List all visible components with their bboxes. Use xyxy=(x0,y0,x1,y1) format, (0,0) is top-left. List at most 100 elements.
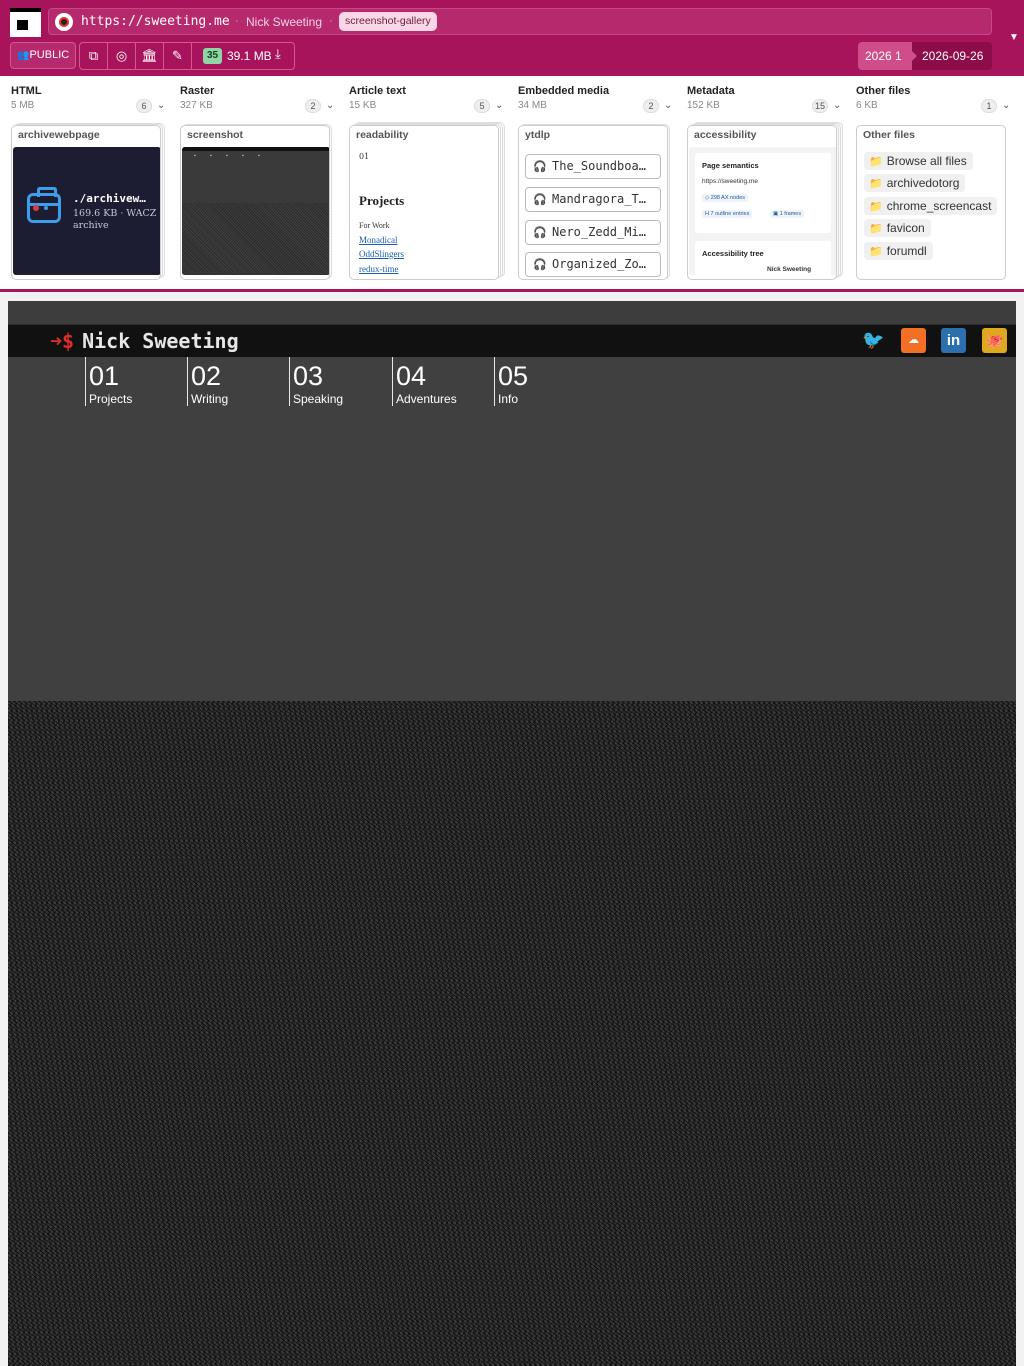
archive-file-meta: 169.6 KB · WACZ xyxy=(73,208,157,219)
card-stack: ytdlp 🎧 The_Soundboa… 🎧 Mandragora_T… 🎧 Ner… xyxy=(518,124,670,280)
chevron-down-icon[interactable]: ⌄ xyxy=(833,100,841,111)
ax-nodes-chip: ◇ 298 AX nodes xyxy=(702,194,749,202)
ytdlp-card[interactable]: ytdlp 🎧 The_Soundboa… 🎧 Mandragora_T… 🎧 Ner… xyxy=(518,125,668,280)
page-top-strip xyxy=(8,301,1016,325)
archivebox-logo-icon[interactable] xyxy=(10,8,41,37)
column-count: 6 xyxy=(136,99,152,113)
card-label: accessibility xyxy=(694,129,757,141)
readability-card[interactable]: readability 01 Projects For Work Monadic… xyxy=(349,125,499,280)
card-stack: readability 01 Projects For Work Monadic… xyxy=(349,122,505,280)
column-title: Raster xyxy=(180,85,215,97)
column-size: 152 KB xyxy=(687,100,720,111)
site-favicon-icon xyxy=(55,13,73,31)
snapshot-url[interactable]: https://sweeting.me xyxy=(81,14,230,29)
headphones-icon: 🎧 xyxy=(533,226,547,239)
folder-icon: 📁 xyxy=(869,156,883,168)
chevron-down-icon[interactable]: ⌄ xyxy=(157,100,165,111)
screenshot-card[interactable]: screenshot ▪ ▪ ▪ ▪ ▪ xyxy=(180,125,330,280)
tree-item: Nick Sweeting xyxy=(767,266,812,273)
box-title: Accessibility tree xyxy=(702,249,764,258)
site-logo[interactable]: ➜$ Nick Sweeting xyxy=(50,329,239,353)
menu-caret-icon[interactable]: ▼ xyxy=(1009,32,1019,43)
snapshot-actions: ⧉ ◎ 🏛 ✎ 35 39.1 MB ⤓ xyxy=(79,42,295,70)
chevron-down-icon[interactable]: ⌄ xyxy=(664,100,672,111)
media-item[interactable]: 🎧 Organized_Zo… xyxy=(525,252,661,277)
preview-link: OddSlingers xyxy=(359,249,404,259)
column-title: Other files xyxy=(856,85,911,97)
headphones-icon: 🎧 xyxy=(533,193,547,206)
snapshot-tag[interactable]: screenshot-gallery xyxy=(339,12,437,31)
download-icon[interactable]: ⤓ xyxy=(275,46,281,62)
chevron-down-icon[interactable]: ⌄ xyxy=(495,100,503,111)
column-count: 1 xyxy=(981,99,997,113)
html-card[interactable]: archivewebpage ./archivew… 169.6 KB · WA… xyxy=(11,125,161,280)
column-size: 327 KB xyxy=(180,100,213,111)
media-item[interactable]: 🎧 Mandragora_T… xyxy=(525,187,661,212)
accessibility-card[interactable]: accessibility Page semantics https://swe… xyxy=(687,125,837,280)
outline-chip: H 7 outline entries xyxy=(702,210,753,218)
archived-page-frame[interactable]: ➜$ Nick Sweeting 🐦 ☁ in 🐙 01 Projects 02 … xyxy=(8,301,1016,1366)
snapshot-date-range[interactable]: 2026 1 2026-09-26 xyxy=(858,42,992,70)
edit-icon[interactable]: ✎ xyxy=(164,43,192,69)
nav-info[interactable]: 05 Info xyxy=(494,357,594,406)
column-size: 15 KB xyxy=(349,100,377,111)
chevron-down-icon[interactable]: ⌄ xyxy=(326,100,334,111)
headphones-icon: 🎧 xyxy=(533,160,547,173)
date-end[interactable]: 2026-09-26 xyxy=(922,42,983,70)
nav-projects[interactable]: 01 Projects xyxy=(85,357,185,406)
nav-number: 01 xyxy=(89,361,120,391)
nav-label: Info xyxy=(498,392,519,406)
arrow-icon: ➜ xyxy=(50,329,63,353)
chevron-down-icon[interactable]: ⌄ xyxy=(1002,100,1010,111)
museum-icon[interactable]: 🏛 xyxy=(136,43,164,69)
files-list: 📁 Browse all files 📁 archivedotorg 📁 chrome… xyxy=(858,147,1005,275)
folder-item[interactable]: 📁 archivedotorg xyxy=(864,174,966,192)
people-icon: 👥 xyxy=(17,50,30,61)
column-size: 6 KB xyxy=(856,100,878,111)
nav-writing[interactable]: 02 Writing xyxy=(187,357,287,406)
metadata-preview: Page semantics https://sweeting.me ◇ 298… xyxy=(689,147,836,275)
card-label: Other files xyxy=(863,129,915,141)
browse-all-files-link[interactable]: 📁 Browse all files xyxy=(864,152,973,170)
github-icon[interactable]: 🐙 xyxy=(982,328,1007,353)
preview-link: Monadical xyxy=(359,235,398,245)
column-title: Embedded media xyxy=(518,85,610,97)
folder-icon: 📁 xyxy=(869,246,883,258)
media-item[interactable]: 🎧 The_Soundboa… xyxy=(525,154,661,179)
visibility-label: PUBLIC xyxy=(29,49,70,61)
twitter-icon[interactable]: 🐦 xyxy=(861,328,886,353)
site-name: Nick Sweeting xyxy=(82,329,239,353)
nav-label: Writing xyxy=(191,392,229,406)
nav-adventures[interactable]: 04 Adventures xyxy=(392,357,492,406)
total-size: 39.1 MB xyxy=(227,49,272,63)
column-html: HTML 5 MB 6 ⌄ archivewebpage ./archivew…… xyxy=(0,76,165,288)
date-start[interactable]: 2026 1 xyxy=(858,42,912,70)
column-title: Metadata xyxy=(687,85,735,97)
copy-icon[interactable]: ⧉ xyxy=(80,43,108,69)
globe-icon[interactable]: ◎ xyxy=(108,43,136,69)
column-metadata: Metadata 152 KB 15 ⌄ accessibility Page … xyxy=(676,76,843,288)
linkedin-icon[interactable]: in xyxy=(941,328,966,353)
article-preview: 01 Projects For Work Monadical OddSlinge… xyxy=(351,147,498,275)
folder-item[interactable]: 📁 favicon xyxy=(864,219,931,237)
visibility-button[interactable]: 👥PUBLIC xyxy=(10,42,77,69)
media-item[interactable]: 🎧 Nero_Zedd_Mi… xyxy=(525,220,661,245)
url-bar[interactable]: https://sweeting.me · Nick Sweeting · sc… xyxy=(48,8,992,35)
card-label: readability xyxy=(356,129,409,141)
frames-chip: ▣ 1 frames xyxy=(770,210,805,218)
soundcloud-icon[interactable]: ☁ xyxy=(901,328,926,353)
nav-number: 02 xyxy=(191,361,222,391)
nav-speaking[interactable]: 03 Speaking xyxy=(289,357,389,406)
card-stack: screenshot ▪ ▪ ▪ ▪ ▪ xyxy=(180,124,332,280)
other-files-card[interactable]: Other files 📁 Browse all files 📁 archivedo… xyxy=(856,125,1006,280)
separator-dot: · xyxy=(329,15,333,27)
card-label: screenshot xyxy=(187,129,244,141)
date-arrow xyxy=(911,50,917,62)
column-count: 2 xyxy=(305,99,321,113)
files-count-badge: 35 xyxy=(203,48,223,64)
card-stack: Other files 📁 Browse all files 📁 archivedo… xyxy=(856,125,1008,280)
card-stack: accessibility Page semantics https://swe… xyxy=(687,122,843,280)
folder-item[interactable]: 📁 chrome_screencast xyxy=(864,197,998,215)
folder-item[interactable]: 📁 forumdl xyxy=(864,242,933,260)
preview-number: 01 xyxy=(359,152,370,161)
